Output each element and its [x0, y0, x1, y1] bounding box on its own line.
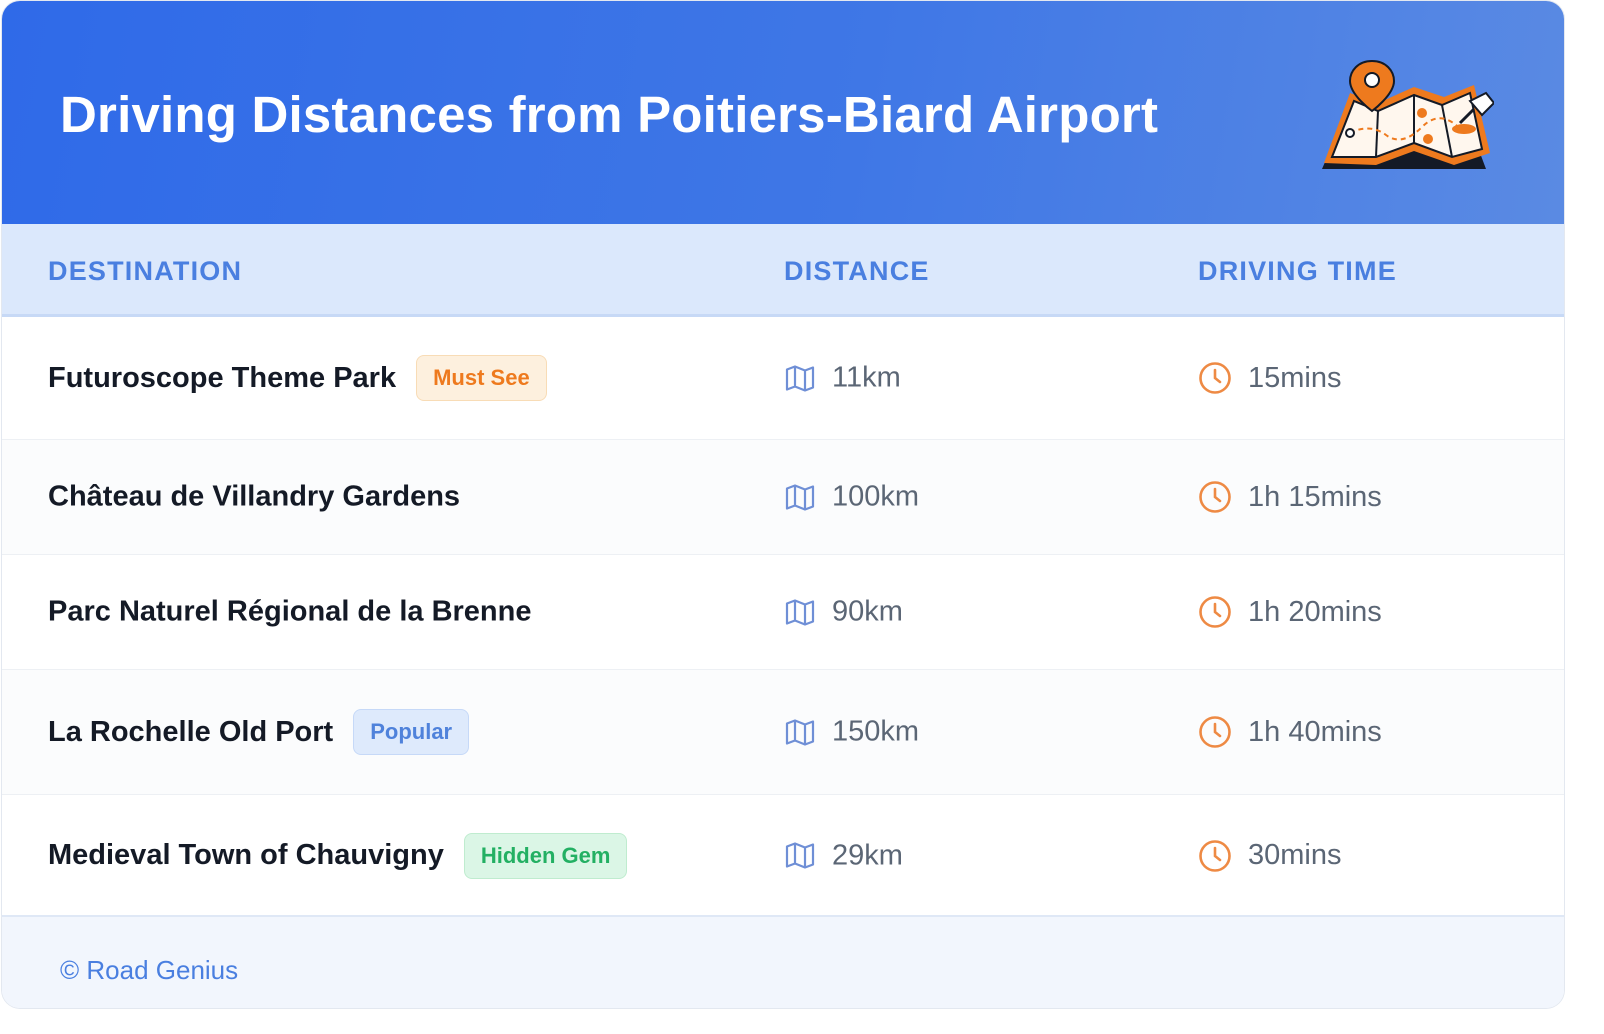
- driving-time-value: 1h 15mins: [1248, 480, 1382, 513]
- distance-value: 90km: [832, 595, 903, 628]
- table-row: Medieval Town of Chauvigny Hidden Gem 29…: [2, 795, 1564, 916]
- destination-name: Parc Naturel Régional de la Brenne: [48, 595, 532, 628]
- copyright-link[interactable]: © Road Genius: [60, 955, 238, 986]
- destination-name: Futuroscope Theme Park: [48, 361, 397, 394]
- distance-card: Driving Distances from Poitiers-Biard Ai…: [2, 1, 1564, 1008]
- destination-name: Medieval Town of Chauvigny: [48, 839, 444, 871]
- clock-icon: [1198, 839, 1232, 873]
- table-row: Futuroscope Theme Park Must See 11km 15m…: [2, 317, 1564, 440]
- destination-name: La Rochelle Old Port: [48, 715, 334, 748]
- map-icon: [784, 364, 816, 392]
- badge-hidden-gem: Hidden Gem: [463, 832, 628, 879]
- driving-time-value: 1h 40mins: [1248, 715, 1382, 748]
- map-icon: [784, 483, 816, 511]
- distance-value: 100km: [832, 480, 920, 513]
- driving-time-value: 15mins: [1248, 361, 1342, 394]
- map-icon: [784, 718, 816, 746]
- header-banner: Driving Distances from Poitiers-Biard Ai…: [2, 1, 1564, 224]
- badge-popular: Popular: [353, 709, 470, 755]
- page-title: Driving Distances from Poitiers-Biard Ai…: [60, 86, 1159, 143]
- distance-value: 11km: [832, 361, 901, 394]
- badge-must-see: Must See: [416, 355, 547, 401]
- footer: © Road Genius: [2, 915, 1564, 1008]
- driving-time-value: 30mins: [1248, 839, 1342, 871]
- clock-icon: [1198, 480, 1232, 514]
- destination-name: Château de Villandry Gardens: [48, 480, 461, 513]
- clock-icon: [1198, 715, 1232, 749]
- clock-icon: [1198, 595, 1232, 629]
- distance-value: 150km: [832, 715, 920, 748]
- column-header-distance[interactable]: DISTANCE: [784, 256, 930, 287]
- distance-value: 29km: [832, 839, 903, 871]
- map-icon: [784, 598, 816, 626]
- table-row: La Rochelle Old Port Popular 150km 1h 40…: [2, 670, 1564, 795]
- column-header-destination[interactable]: DESTINATION: [48, 256, 242, 287]
- table-row: Château de Villandry Gardens 100km 1h 15…: [2, 440, 1564, 555]
- column-header-driving-time[interactable]: DRIVING TIME: [1198, 256, 1397, 287]
- map-icon: [784, 842, 816, 870]
- table-body: Futuroscope Theme Park Must See 11km 15m…: [2, 317, 1564, 916]
- table-header: DESTINATION DISTANCE DRIVING TIME: [2, 224, 1564, 317]
- clock-icon: [1198, 361, 1232, 395]
- table-row: Parc Naturel Régional de la Brenne 90km …: [2, 555, 1564, 670]
- map-with-pins-illustration: [1314, 53, 1496, 178]
- driving-time-value: 1h 20mins: [1248, 595, 1382, 628]
